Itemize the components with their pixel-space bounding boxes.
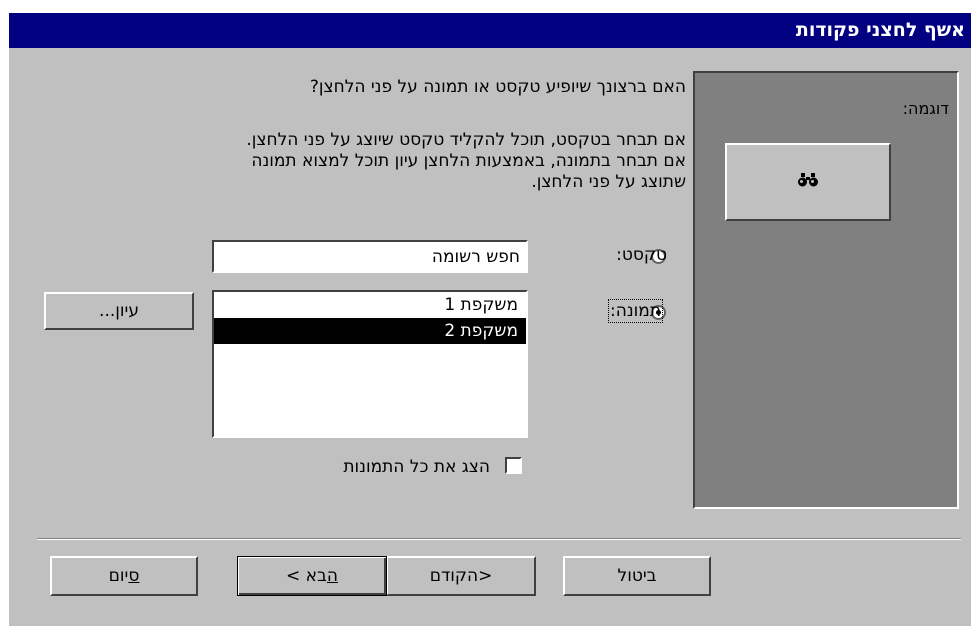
- info-text-line3: שתוצג על פני הלחצן.: [531, 172, 686, 192]
- next-button-label: הבא >: [286, 566, 338, 586]
- command-button-wizard-dialog: אשף לחצני פקודות האם ברצונך שיופיע טקסט …: [9, 13, 971, 626]
- show-all-pictures-label[interactable]: הצג את כל התמונות: [343, 457, 490, 477]
- picture-list-item[interactable]: משקפת 1: [214, 292, 526, 318]
- next-button[interactable]: הבא >: [237, 556, 387, 596]
- cancel-button[interactable]: ביטול: [563, 556, 711, 596]
- title-bar: אשף לחצני פקודות: [9, 13, 971, 48]
- info-text-line2: אם תבחר בתמונה, באמצעות הלחצן עיון תוכל …: [251, 151, 686, 171]
- preview-label: דוגמה:: [902, 99, 949, 118]
- binoculars-icon: [797, 172, 819, 192]
- back-button[interactable]: <הקודם: [386, 556, 536, 596]
- separator-line: [37, 538, 961, 540]
- browse-button[interactable]: עיון...: [44, 292, 194, 330]
- preview-panel: דוגמה:: [693, 71, 959, 509]
- info-text-line1: אם תבחר בטקסט, תוכל להקליד טקסט שיוצג על…: [246, 130, 686, 150]
- text-option-label[interactable]: טקסט:: [616, 245, 667, 265]
- finish-button[interactable]: סיום: [50, 556, 198, 596]
- picture-option-label[interactable]: תמונה:: [608, 299, 663, 323]
- button-text-input[interactable]: [214, 242, 526, 271]
- button-text-input-field: [212, 240, 528, 273]
- picture-list[interactable]: משקפת 1 משקפת 2: [212, 290, 528, 438]
- picture-list-item-selected[interactable]: משקפת 2: [214, 318, 526, 344]
- question-text: האם ברצונך שיופיע טקסט או תמונה על פני ה…: [309, 77, 686, 97]
- show-all-pictures-checkbox[interactable]: [505, 457, 522, 474]
- preview-button: [725, 143, 891, 221]
- finish-button-label: סיום: [108, 566, 140, 586]
